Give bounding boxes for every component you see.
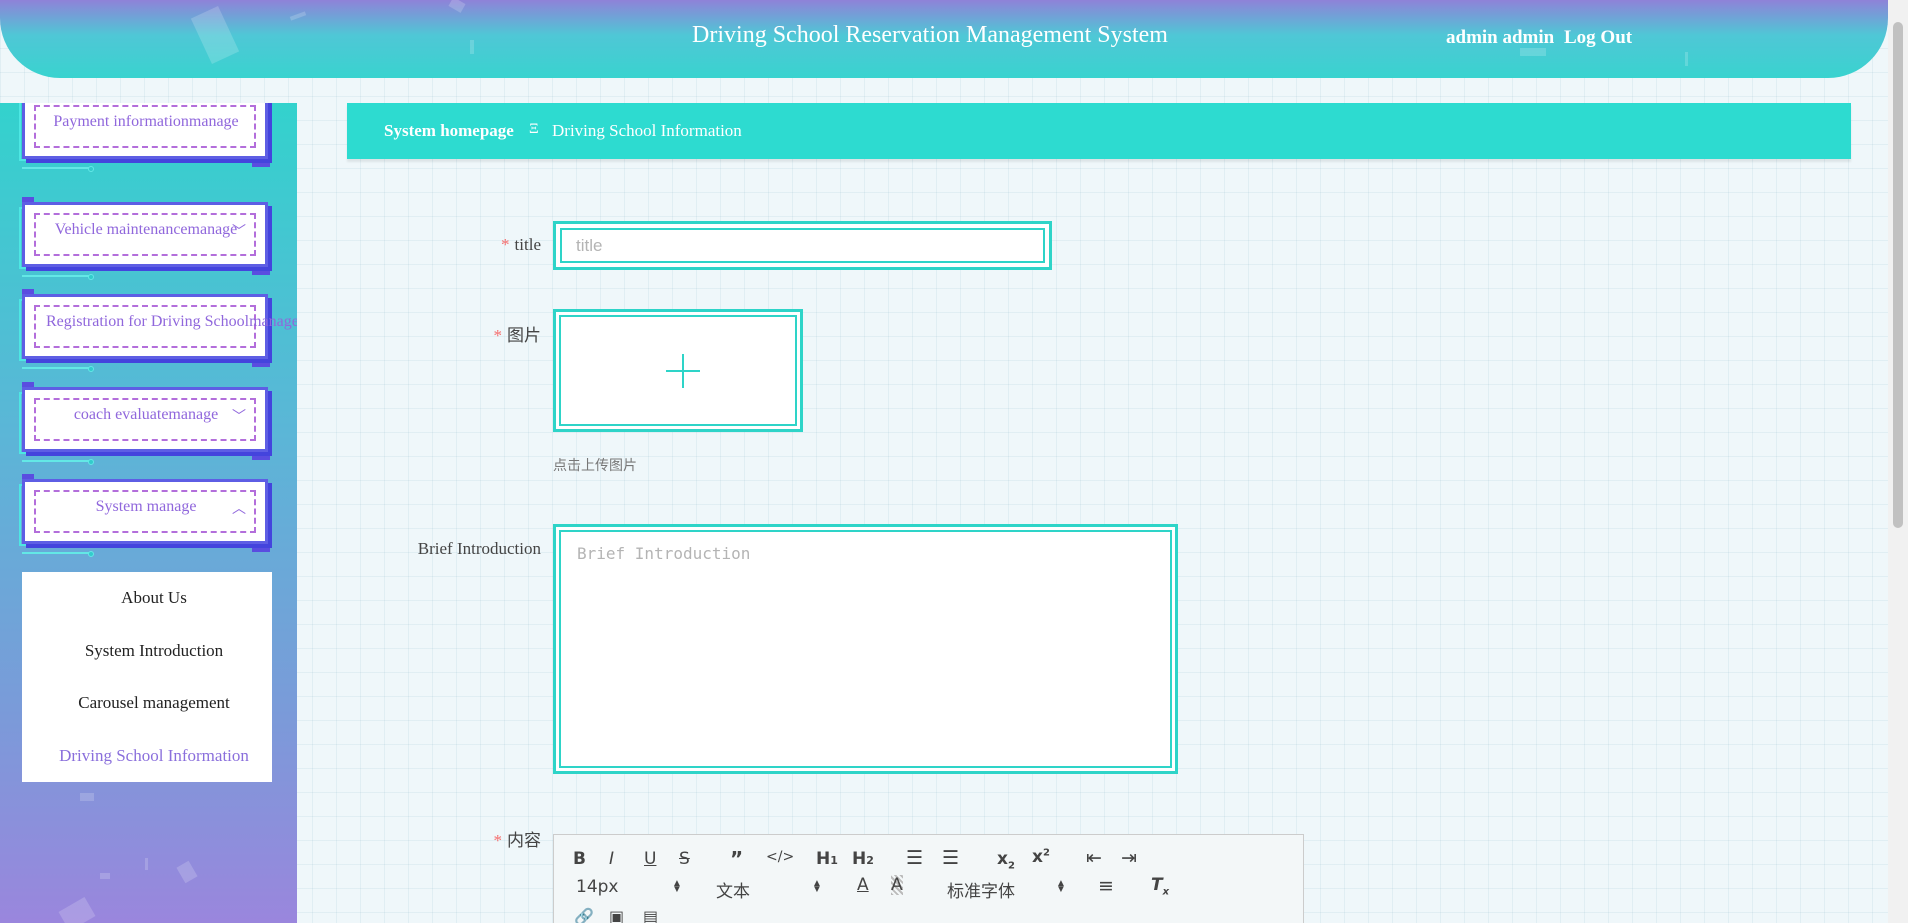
sidebar-item-label: Payment informationmanage bbox=[53, 113, 239, 130]
code-block-icon[interactable]: </> bbox=[766, 849, 794, 865]
video-icon[interactable]: ▤ bbox=[643, 907, 658, 923]
intro-field-wrapper bbox=[553, 524, 1178, 774]
sidebar-item-system-manage[interactable]: System manage ︿ bbox=[19, 474, 270, 557]
page: Driving School Reservation Management Sy… bbox=[0, 0, 1908, 923]
required-marker: * bbox=[493, 831, 503, 850]
rich-text-editor: B I U S ” </> H1 H2 ☰ ☰ x2 x2 ⇤ ⇥ 14px ▲… bbox=[553, 834, 1304, 923]
chevron-up-icon: ︿ bbox=[232, 502, 246, 517]
picture-upload-button[interactable] bbox=[553, 309, 803, 432]
sidebar: Payment informationmanage Vehicle mainte… bbox=[0, 103, 297, 923]
submenu-item-system-introduction[interactable]: System Introduction bbox=[22, 625, 272, 678]
blockquote-icon[interactable]: ” bbox=[730, 847, 743, 871]
submenu-item-carousel-management[interactable]: Carousel management bbox=[22, 677, 272, 730]
bullet-list-icon[interactable]: ☰ bbox=[942, 847, 959, 869]
sidebar-item-label: Registration for Driving Schoolmanage bbox=[46, 313, 297, 330]
chevron-down-icon: ﹀ bbox=[232, 410, 246, 425]
sidebar-item-coach-evaluate[interactable]: coach evaluatemanage ﹀ bbox=[19, 382, 270, 465]
italic-icon[interactable]: I bbox=[609, 849, 614, 869]
select-arrows-icon: ▲ ▼ bbox=[1056, 878, 1066, 895]
title-field-wrapper bbox=[553, 221, 1052, 270]
ordered-list-icon[interactable]: ☰ bbox=[906, 847, 923, 869]
background-color-icon[interactable]: A bbox=[891, 875, 903, 895]
outdent-icon[interactable]: ⇤ bbox=[1086, 847, 1102, 869]
content-label: * 内容 bbox=[420, 826, 542, 851]
font-color-icon[interactable]: A bbox=[857, 875, 869, 895]
strikethrough-icon[interactable]: S bbox=[679, 849, 690, 869]
breadcrumb: System homepage Ξ Driving School Informa… bbox=[347, 103, 1851, 159]
title-label-text: title bbox=[514, 235, 541, 254]
font-family-select[interactable]: 标准字体 bbox=[947, 877, 1015, 902]
align-left-icon[interactable]: ≡ bbox=[1098, 875, 1114, 897]
clear-format-icon[interactable]: Tx bbox=[1151, 875, 1169, 897]
sidebar-item-vehicle-maintenance[interactable]: Vehicle maintenancemanage ﹀ bbox=[19, 197, 270, 280]
heading-2-icon[interactable]: H2 bbox=[852, 849, 874, 869]
required-marker: * bbox=[501, 235, 510, 254]
picture-label: * 图片 bbox=[420, 321, 542, 346]
picture-label-text: 图片 bbox=[507, 326, 541, 345]
text-style-select[interactable]: 文本 bbox=[716, 877, 750, 902]
indent-icon[interactable]: ⇥ bbox=[1121, 847, 1137, 869]
submenu-item-driving-school-information[interactable]: Driving School Information bbox=[22, 730, 272, 783]
scrollbar-thumb[interactable] bbox=[1893, 22, 1903, 528]
select-arrows-icon: ▲ ▼ bbox=[672, 878, 682, 895]
breadcrumb-current: Driving School Information bbox=[552, 121, 742, 140]
chevron-down-icon: ﹀ bbox=[232, 225, 246, 240]
subscript-icon[interactable]: x2 bbox=[997, 849, 1015, 871]
upload-hint: 点击上传图片 bbox=[553, 457, 637, 473]
submenu-item-about-us[interactable]: About Us bbox=[22, 572, 272, 625]
sidebar-item-registration[interactable]: Registration for Driving Schoolmanage bbox=[19, 289, 297, 372]
header-bar: Driving School Reservation Management Sy… bbox=[0, 0, 1888, 78]
system-submenu: About Us System Introduction Carousel ma… bbox=[22, 572, 272, 782]
select-arrows-icon: ▲ ▼ bbox=[812, 878, 822, 895]
superscript-icon[interactable]: x2 bbox=[1032, 847, 1050, 867]
intro-textarea[interactable] bbox=[559, 530, 1172, 768]
heading-1-icon[interactable]: H1 bbox=[816, 849, 838, 869]
required-marker: * bbox=[493, 326, 503, 345]
sidebar-item-payment-information[interactable]: Payment informationmanage bbox=[19, 103, 270, 172]
user-name: admin admin bbox=[1446, 27, 1555, 48]
link-icon[interactable]: 🔗 bbox=[574, 907, 594, 923]
breadcrumb-home[interactable]: System homepage bbox=[384, 121, 514, 141]
bold-icon[interactable]: B bbox=[573, 849, 586, 869]
intro-label: Brief Introduction bbox=[417, 539, 541, 558]
title-label: * title bbox=[420, 235, 541, 255]
font-size-select[interactable]: 14px bbox=[576, 877, 618, 897]
content-label-text: 内容 bbox=[507, 831, 541, 850]
logout-link[interactable]: Log Out bbox=[1564, 27, 1632, 49]
title-input[interactable] bbox=[560, 228, 1045, 263]
image-icon[interactable]: ▣ bbox=[609, 907, 624, 923]
breadcrumb-separator: Ξ bbox=[529, 121, 539, 137]
plus-icon-vertical bbox=[682, 354, 684, 388]
underline-icon[interactable]: U bbox=[644, 849, 656, 869]
